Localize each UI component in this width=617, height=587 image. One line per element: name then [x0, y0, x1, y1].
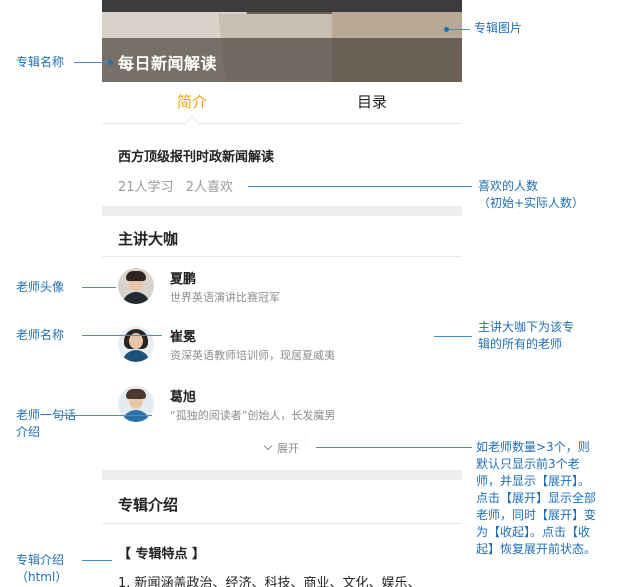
avatar-body-shape — [122, 350, 150, 362]
annotation-connector — [82, 560, 112, 561]
annotation-expand-rule-5: 老师，同时【展开】变 — [476, 508, 597, 522]
annotation-expand-rule-6: 为【收起】。点击【收 — [476, 525, 591, 539]
section-divider — [102, 206, 462, 216]
annotation-teacher-avatar: 老师头像 — [16, 280, 65, 294]
annotation-connector — [248, 186, 472, 187]
teacher-avatar — [118, 268, 154, 304]
teacher-desc: “孤独的阅读者”创始人，长发魔男 — [170, 409, 336, 422]
teacher-name: 葛旭 — [170, 390, 197, 405]
album-stats: 21人学习 2人喜欢 — [118, 176, 233, 195]
annotation-album-intro-2: （html） — [16, 570, 68, 584]
annotation-dot — [444, 27, 449, 32]
annotation-dot — [108, 60, 113, 65]
album-subtitle: 西方顶级报刊时政新闻解读 — [118, 150, 275, 165]
tab-bar: 简介 目录 — [102, 82, 462, 124]
annotation-expand-rule-2: 默认只显示前3个老 — [476, 457, 580, 471]
teacher-name: 夏鹏 — [170, 272, 197, 287]
chevron-down-icon — [263, 441, 273, 451]
annotation-likes-count-note: （初始+实际人数） — [478, 196, 585, 210]
annotation-connector — [74, 62, 110, 63]
annotation-expand-rule-1: 如老师数量>3个，则 — [476, 440, 590, 454]
teacher-desc: 资深英语教师培训师，现居夏威夷 — [170, 349, 335, 362]
avatar-hair-shape — [126, 389, 146, 399]
annotation-connector — [56, 415, 152, 416]
annotation-connector — [82, 287, 116, 288]
teacher-avatar — [118, 386, 154, 422]
divider-line — [102, 523, 462, 524]
annotation-teacher-name: 老师名称 — [16, 328, 65, 342]
intro-text-line: 1. 新闻涵盖政治、经济、科技、商业、文化、娱乐、 — [118, 576, 421, 587]
avatar-body-shape — [122, 410, 150, 422]
likes-count: 2人喜欢 — [185, 180, 233, 195]
annotation-expand-rule-7: 起】恢复展开前状态。 — [476, 542, 597, 556]
cover-top-strip — [102, 0, 462, 12]
album-cover-image: 每日新闻解读 — [102, 0, 462, 82]
annotation-connector — [82, 335, 162, 336]
teachers-section-title: 主讲大咖 — [118, 230, 179, 248]
section-divider — [102, 470, 462, 480]
teacher-avatar — [118, 326, 154, 362]
tab-catalog[interactable]: 目录 — [282, 82, 462, 124]
annotation-teachers-all: 主讲大咖下为该专 — [478, 320, 575, 334]
avatar-hair-shape — [126, 271, 146, 281]
album-detail-screen: 每日新闻解读 简介 目录 西方顶级报刊时政新闻解读 21人学习 2人喜欢 主讲大… — [102, 0, 462, 587]
annotation-teacher-desc-2: 介绍 — [16, 425, 41, 439]
annotation-connector — [446, 29, 470, 30]
annotation-connector — [316, 447, 472, 448]
annotation-expand-rule-4: 点击【展开】显示全部 — [476, 491, 597, 505]
annotation-album-name: 专辑名称 — [16, 55, 65, 69]
teacher-name: 崔冕 — [170, 330, 197, 345]
teacher-desc: 世界英语演讲比赛冠军 — [170, 291, 280, 304]
feature-heading: 【 专辑特点 】 — [118, 547, 206, 562]
divider-line — [102, 256, 462, 257]
annotation-album-image: 专辑图片 — [474, 21, 523, 35]
annotation-album-intro: 专辑介绍 — [16, 553, 65, 567]
expand-teachers-button[interactable]: 展开 — [102, 440, 462, 456]
teacher-item[interactable]: 夏鹏 世界英语演讲比赛冠军 — [118, 268, 458, 308]
learners-count: 21人学习 — [118, 180, 174, 195]
avatar-body-shape — [122, 292, 150, 304]
teacher-item[interactable]: 葛旭 “孤独的阅读者”创始人，长发魔男 — [118, 386, 458, 426]
annotation-expand-rule-3: 师，并显示【展开】。 — [476, 474, 591, 488]
annotation-connector — [434, 336, 472, 337]
intro-section-title: 专辑介绍 — [118, 496, 179, 514]
teacher-item[interactable]: 崔冕 资深英语教师培训师，现居夏威夷 — [118, 326, 458, 366]
album-title: 每日新闻解读 — [118, 54, 218, 73]
annotation-teachers-all-2: 辑的所有的老师 — [478, 337, 563, 351]
annotation-likes-count: 喜欢的人数 — [478, 179, 539, 193]
expand-label: 展开 — [277, 442, 299, 455]
